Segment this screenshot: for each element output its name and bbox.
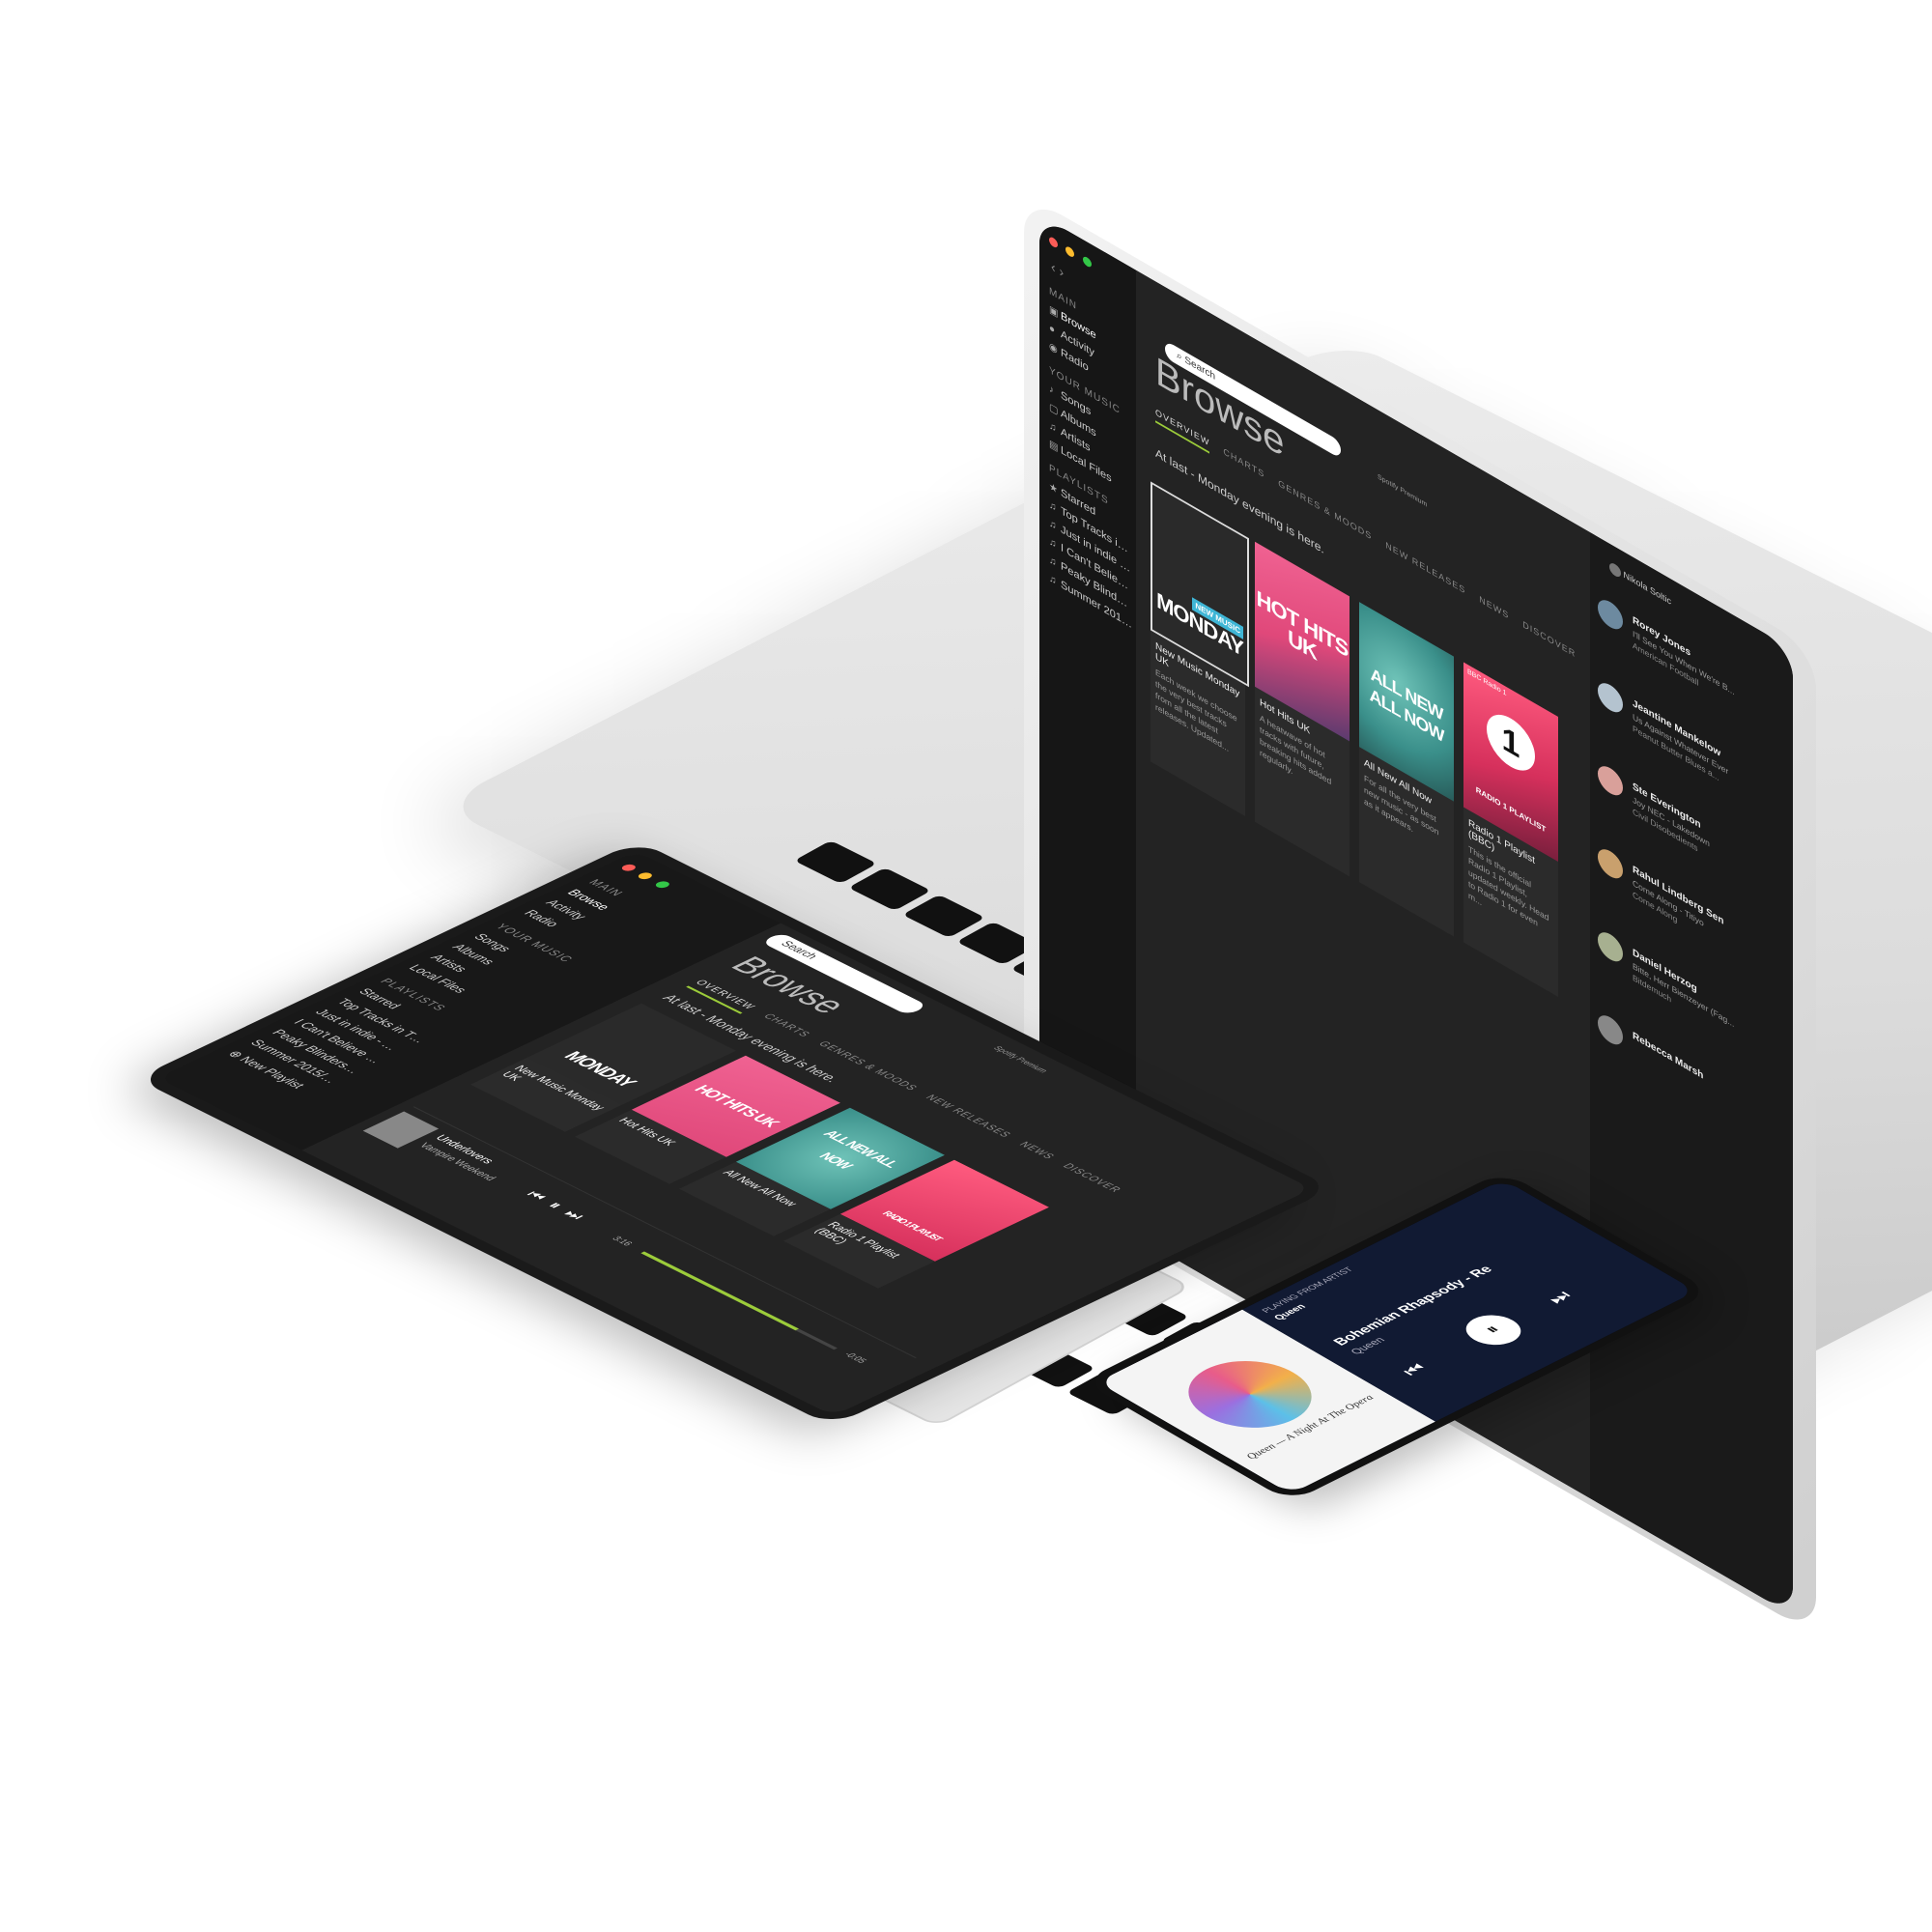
remaining-time: -0:05 <box>841 1350 869 1365</box>
star-icon: ★ <box>1049 480 1058 497</box>
cover-text: ALL NEW ALL NOW <box>814 1127 903 1171</box>
pause-icon[interactable]: ⏸ <box>543 1199 568 1210</box>
tab-discover[interactable]: DISCOVER <box>1522 619 1576 666</box>
friend-activity-panel: Nikola Soltic Rorey Jones I'll See You Wh… <box>1590 532 1793 1616</box>
playlist-card[interactable]: BBC Radio 1 1 RADIO 1 PLAYLIST Radio 1 P… <box>1463 662 1558 998</box>
progress-track[interactable] <box>640 1251 838 1350</box>
tab-new-releases[interactable]: NEW RELEASES <box>1385 540 1465 602</box>
local-files-icon: ▤ <box>1049 438 1059 455</box>
cover-badge: BBC Radio 1 <box>1467 668 1507 698</box>
user-name-label: Nikola Soltic <box>1623 569 1672 607</box>
playlist-icon: ♫ <box>1049 498 1057 515</box>
zoom-window-icon[interactable] <box>1082 254 1092 270</box>
next-icon[interactable]: ⏭ <box>559 1208 589 1222</box>
playlist-cards: NEW MUSIC MONDAY New Music Monday UK Eac… <box>1151 481 1558 998</box>
progress-fill <box>640 1251 799 1331</box>
cover-text: HOT HITS UK <box>690 1082 784 1129</box>
cover-text: ALL NEW ALL NOW <box>1369 663 1444 747</box>
zoom-window-icon[interactable] <box>652 879 672 890</box>
friend-track: I'll See You When We're B... <box>1633 628 1735 697</box>
friend-list: Rorey Jones I'll See You When We're B... A… <box>1590 581 1793 1196</box>
playlist-icon: ♫ <box>1049 517 1057 533</box>
avatar <box>1598 760 1623 801</box>
minimize-window-icon[interactable] <box>1065 244 1075 260</box>
user-avatar <box>1609 560 1621 580</box>
pause-button[interactable]: ⏸ <box>1455 1309 1532 1351</box>
browse-icon: ▣ <box>1049 303 1059 321</box>
pause-icon: ⏸ <box>1480 1322 1505 1337</box>
close-window-icon[interactable] <box>1049 235 1058 249</box>
playlist-icon: ♫ <box>1049 554 1057 570</box>
elapsed-time: 3:16 <box>610 1235 636 1248</box>
close-window-icon[interactable] <box>619 863 639 872</box>
avatar <box>1598 1009 1623 1050</box>
player-controls: ⏮ ⏸ ⏭ <box>521 1188 590 1223</box>
activity-icon: ● <box>1049 322 1056 337</box>
playlist-icon: ♫ <box>1049 572 1057 588</box>
minimize-window-icon[interactable] <box>636 871 656 881</box>
window-title: Spotify Premium <box>1378 473 1428 509</box>
search-placeholder: Search <box>777 939 820 961</box>
avatar <box>1598 594 1623 635</box>
playlist-card[interactable]: HOT HITS UK Hot Hits UK A heatwave of ho… <box>1255 541 1350 877</box>
playlist-card[interactable]: NEW MUSIC MONDAY New Music Monday UK Eac… <box>1151 481 1249 816</box>
playlist-card[interactable]: ALL NEW ALL NOW All New All Now For all … <box>1359 602 1454 937</box>
radio-icon: ◉ <box>1049 340 1058 356</box>
next-icon[interactable]: ⏭ <box>1542 1288 1577 1307</box>
window-title: Spotify Premium <box>990 1045 1049 1074</box>
tab-new-releases[interactable]: NEW RELEASES <box>916 1094 1014 1142</box>
avatar <box>1598 677 1623 718</box>
songs-icon: ♪ <box>1049 383 1054 397</box>
artists-icon: ♫ <box>1049 419 1057 436</box>
albums-icon: ▢ <box>1049 401 1059 418</box>
radio-1-logo: 1 <box>1487 704 1535 781</box>
previous-icon[interactable]: ⏮ <box>522 1188 552 1203</box>
cover-text: HOT HITS UK <box>1256 584 1349 666</box>
tab-news[interactable]: NEWS <box>1479 594 1509 627</box>
tab-discover[interactable]: DISCOVER <box>1053 1162 1125 1197</box>
playlist-icon: ♫ <box>1049 535 1057 552</box>
tab-news[interactable]: NEWS <box>1009 1140 1059 1163</box>
avatar <box>1598 926 1623 967</box>
avatar <box>1598 843 1623 884</box>
previous-icon[interactable]: ⏮ <box>1397 1360 1433 1379</box>
